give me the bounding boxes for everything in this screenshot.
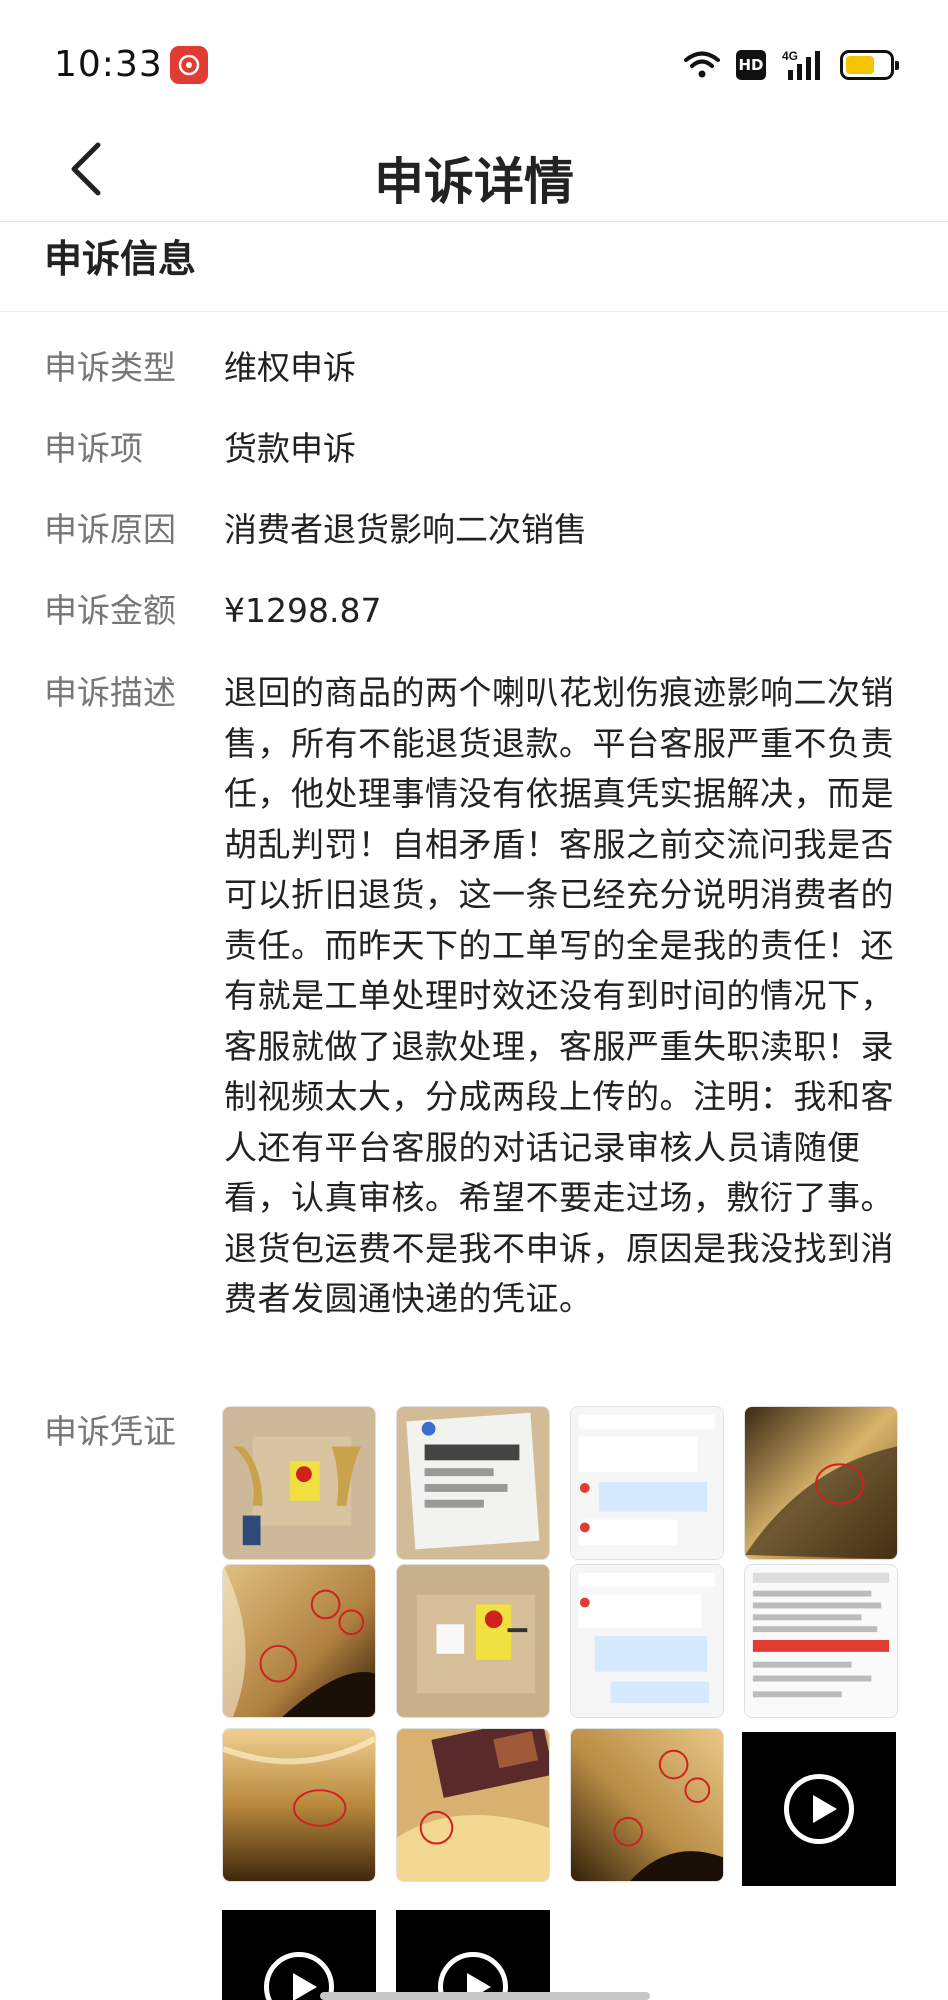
battery-icon bbox=[840, 50, 899, 80]
hd-icon: HD bbox=[736, 50, 766, 80]
status-time: 10:33 bbox=[54, 44, 163, 85]
field-label: 申诉项 bbox=[44, 429, 143, 468]
photo-horn-scratch-closeup[interactable] bbox=[744, 1406, 898, 1560]
proof-label: 申诉凭证 bbox=[44, 1412, 176, 1451]
screenshot-chat-record[interactable] bbox=[570, 1406, 724, 1560]
section-title: 申诉信息 bbox=[44, 237, 197, 281]
photo-shipping-label[interactable] bbox=[396, 1406, 550, 1560]
video-thumb[interactable] bbox=[396, 1910, 550, 2000]
photo-horn-bell-scratch[interactable] bbox=[222, 1728, 376, 1882]
signal-4g-icon: 4G bbox=[782, 49, 820, 80]
field-value: ¥1298.87 bbox=[224, 591, 382, 630]
photo-package-with-horns[interactable] bbox=[222, 1406, 376, 1560]
screenshot-chat-record-2[interactable] bbox=[570, 1564, 724, 1718]
status-bar: 10:33 HD 4G bbox=[0, 0, 948, 130]
section-divider bbox=[0, 311, 948, 312]
photo-horn-scratch-marked[interactable] bbox=[570, 1728, 724, 1882]
field-label: 申诉描述 bbox=[44, 673, 176, 712]
nav-bar: 申诉详情 bbox=[0, 120, 948, 222]
description-text: 退回的商品的两个喇叭花划伤痕迹影响二次销售，所有不能退货退款。平台客服严重不负责… bbox=[224, 673, 894, 1318]
photo-horn-scratch-circled[interactable] bbox=[222, 1564, 376, 1718]
field-value: 维权申诉 bbox=[224, 348, 356, 387]
photo-horn-case[interactable] bbox=[396, 1728, 550, 1882]
wifi-icon bbox=[684, 51, 720, 78]
play-icon bbox=[784, 1774, 854, 1844]
field-value: 货款申诉 bbox=[224, 429, 356, 468]
page-title: 申诉详情 bbox=[374, 153, 574, 211]
field-label: 申诉原因 bbox=[44, 510, 176, 549]
home-indicator[interactable] bbox=[320, 1992, 650, 2000]
field-value: 消费者退货影响二次销售 bbox=[224, 510, 587, 549]
screenshot-work-order[interactable] bbox=[744, 1564, 898, 1718]
video-thumb[interactable] bbox=[742, 1732, 896, 1886]
photo-package-box[interactable] bbox=[396, 1564, 550, 1718]
svg-text:4G: 4G bbox=[782, 49, 798, 63]
field-label: 申诉金额 bbox=[44, 591, 176, 630]
video-thumb[interactable] bbox=[222, 1910, 376, 2000]
pinduoduo-app-icon bbox=[170, 46, 208, 84]
field-label: 申诉类型 bbox=[44, 348, 176, 387]
